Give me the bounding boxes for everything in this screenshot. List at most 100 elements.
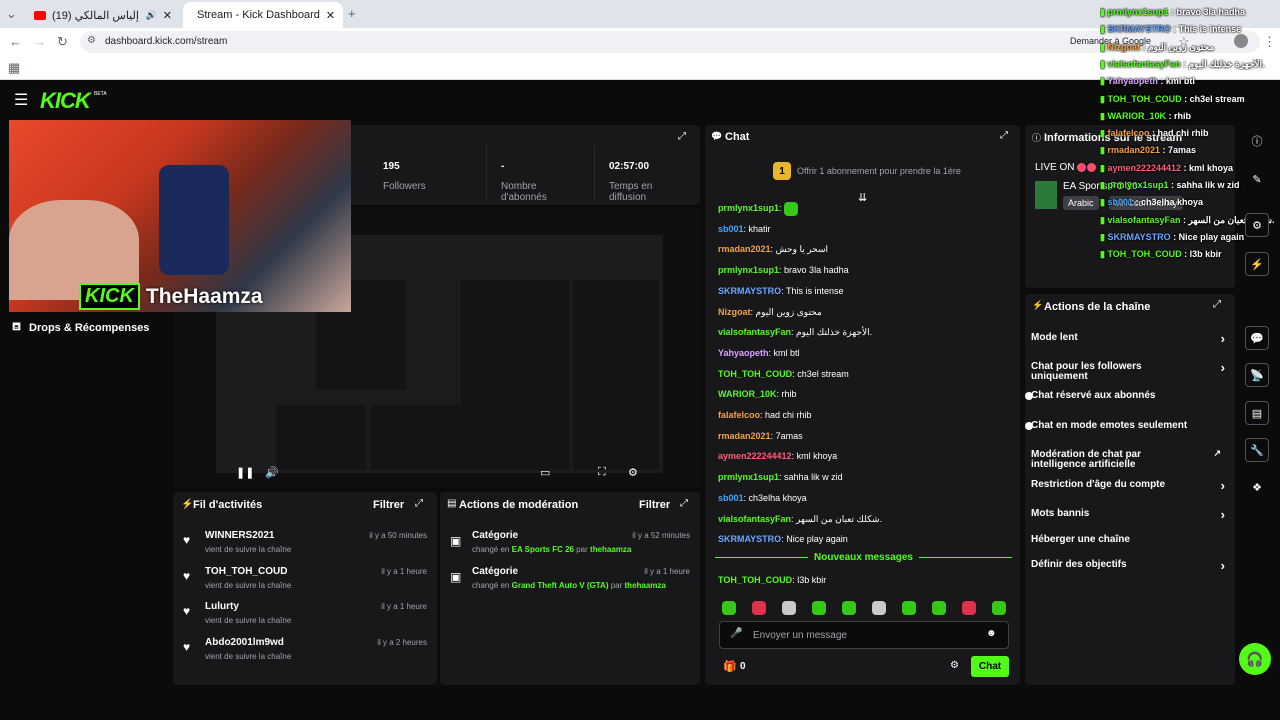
channel-action-item[interactable]: Héberger une chaîne [1031, 529, 1229, 553]
tab-youtube[interactable]: (19) ردة فعل إلياس المالكي 🔊 ✕ [26, 2, 180, 28]
wrench-icon[interactable]: 🔧 [1245, 438, 1269, 462]
chat-username[interactable]: Nizgoat [718, 307, 751, 317]
settings-icon[interactable]: ⚙ [628, 466, 638, 479]
chat-username[interactable]: prmlynx1sup1 [718, 265, 779, 275]
activity-item[interactable]: ♥ TOH_TOH_COUD vient de suivre la chaîne… [173, 564, 437, 596]
quick-emote-icon[interactable] [722, 601, 736, 615]
quick-emote-icon[interactable] [992, 601, 1006, 615]
channel-action-item[interactable]: Chat en mode emotes seulement [1031, 415, 1229, 439]
hamburger-icon[interactable]: ☰ [14, 90, 28, 110]
kick-logo[interactable]: KICK [40, 88, 91, 114]
popout-icon[interactable]: ⤢ [678, 131, 686, 142]
chat-message: TOH_TOH_COUD: l3b kbir [718, 575, 827, 585]
send-chat-button[interactable]: Chat [971, 656, 1009, 677]
fullscreen-icon[interactable]: ⛶ [598, 466, 606, 479]
quick-emote-icon[interactable] [902, 601, 916, 615]
bolt-icon[interactable]: ⚡ [1245, 252, 1269, 276]
quick-emote-icon[interactable] [872, 601, 886, 615]
activity-username[interactable]: Lulurty [205, 601, 239, 612]
close-icon[interactable]: ✕ [326, 9, 335, 22]
quick-emote-icon[interactable] [782, 601, 796, 615]
chat-icon[interactable]: 💬 [1245, 326, 1269, 350]
language-tag[interactable]: Arabic [1063, 196, 1099, 210]
activity-item[interactable]: ♥ Abdo2001lm9wd vient de suivre la chaîn… [173, 635, 437, 667]
site-info-icon[interactable]: ⚙ [87, 35, 96, 46]
channel-action-item[interactable]: Chat pour les followers uniquement › [1031, 356, 1229, 382]
mod-action-value[interactable]: EA Sports FC 26 [512, 545, 574, 554]
popout-icon[interactable]: ⤢ [680, 498, 688, 509]
channel-action-item[interactable]: Chat réservé aux abonnés [1031, 385, 1229, 409]
popout-icon[interactable]: ⤢ [1000, 130, 1008, 141]
file-icon[interactable]: ▤ [1245, 401, 1269, 425]
channel-action-item[interactable]: Mots bannis › [1031, 503, 1229, 527]
chat-username[interactable]: SKRMAYSTRO [718, 286, 781, 296]
activity-filter-button[interactable]: Filtrer [373, 499, 404, 511]
chat-username[interactable]: rmadan2021 [718, 244, 771, 254]
channel-action-item[interactable]: Restriction d'âge du compte › [1031, 474, 1229, 498]
quick-emote-icon[interactable] [812, 601, 826, 615]
url-bar[interactable]: ⚙ dashboard.kick.com/stream Demander à G… [80, 31, 1260, 53]
forward-icon[interactable]: → [33, 34, 46, 49]
mod-filter-button[interactable]: Filtrer [639, 499, 670, 511]
quick-emote-icon[interactable] [962, 601, 976, 615]
volume-icon[interactable]: 🔊 [265, 466, 279, 479]
chat-settings-icon[interactable]: ⚙ [950, 660, 959, 671]
activity-username[interactable]: TOH_TOH_COUD [205, 566, 287, 577]
tab-kick-dashboard[interactable]: Stream - Kick Dashboard ✕ [183, 2, 343, 28]
chat-username[interactable]: prmlynx1sup1 [718, 203, 779, 213]
new-messages-divider[interactable]: Nouveaux messages [715, 552, 1013, 563]
audio-icon[interactable]: 🔊 [146, 10, 157, 21]
sidebar-item-drops[interactable]: ⛾ Drops & Récompenses [12, 321, 149, 335]
activity-username[interactable]: WINNERS2021 [205, 530, 274, 541]
new-tab-icon[interactable]: + [348, 6, 356, 21]
activity-item[interactable]: ♥ WINNERS2021 vient de suivre la chaîne … [173, 528, 437, 560]
mod-action-user[interactable]: thehaamza [625, 581, 666, 590]
support-button[interactable]: 🎧 [1239, 643, 1271, 675]
apps-icon[interactable]: ▦ [8, 60, 20, 76]
back-icon[interactable]: ← [9, 34, 22, 49]
chat-username[interactable]: SKRMAYSTRO [718, 534, 781, 544]
broadcast-icon[interactable]: 📡 [1245, 363, 1269, 387]
chat-username[interactable]: falafelcoo [718, 410, 760, 420]
chat-input[interactable]: 🎤 Envoyer un message ☻ [719, 621, 1009, 649]
chat-username[interactable]: prmlynx1sup1 [718, 472, 779, 482]
gift-icon[interactable]: 🎁 [723, 660, 737, 673]
chat-username[interactable]: sb001 [718, 493, 744, 503]
bolt-icon: ⚡ [181, 499, 194, 510]
mic-icon[interactable]: 🎤 [730, 628, 742, 639]
pencil-icon[interactable]: ✎ [1245, 167, 1269, 191]
popout-icon[interactable]: ⤢ [1213, 299, 1221, 310]
chat-username[interactable]: Yahyaopeth [718, 348, 769, 358]
chat-username[interactable]: TOH_TOH_COUD [718, 369, 792, 379]
channel-action-item[interactable]: Modération de chat par intelligence arti… [1031, 444, 1229, 470]
mod-action-item[interactable]: ▣ Catégorie changé en Grand Theft Auto V… [440, 564, 700, 596]
tab-search-icon[interactable]: ⌄ [6, 6, 17, 22]
widgets-icon[interactable]: ❖ [1245, 475, 1269, 499]
chat-username[interactable]: WARIOR_10K [718, 389, 777, 399]
chat-username[interactable]: sb001 [718, 224, 744, 234]
theater-icon[interactable]: ▭ [540, 466, 550, 479]
activity-item[interactable]: ♥ Lulurty vient de suivre la chaîne il y… [173, 599, 437, 631]
quick-emote-icon[interactable] [842, 601, 856, 615]
chat-username[interactable]: rmadan2021 [718, 431, 771, 441]
emoji-icon[interactable]: ☻ [986, 628, 997, 639]
info-icon[interactable]: ⓘ [1245, 129, 1269, 153]
popout-icon[interactable]: ⤢ [415, 498, 423, 509]
close-icon[interactable]: ✕ [163, 9, 172, 22]
mod-action-item[interactable]: ▣ Catégorie changé en EA Sports FC 26 pa… [440, 528, 700, 560]
chat-username[interactable]: vialsofantasyFan [718, 327, 791, 337]
reload-icon[interactable]: ↻ [57, 34, 68, 50]
chat-username[interactable]: aymen222244412 [718, 451, 792, 461]
settings-icon[interactable]: ⚙ [1245, 213, 1269, 237]
gift-sub-banner[interactable]: 1 Offrir 1 abonnement pour prendre la 1è… [773, 162, 961, 180]
pause-icon[interactable]: ❚❚ [236, 466, 254, 479]
mod-action-value[interactable]: Grand Theft Auto V (GTA) [512, 581, 609, 590]
quick-emote-icon[interactable] [932, 601, 946, 615]
mod-action-user[interactable]: thehaamza [590, 545, 631, 554]
chat-username[interactable]: TOH_TOH_COUD [718, 575, 792, 585]
channel-action-item[interactable]: Définir des objectifs › [1031, 554, 1229, 578]
activity-username[interactable]: Abdo2001lm9wd [205, 637, 284, 648]
quick-emote-icon[interactable] [752, 601, 766, 615]
channel-action-item[interactable]: Mode lent › [1031, 327, 1229, 351]
chat-username[interactable]: vialsofantasyFan [718, 514, 791, 524]
